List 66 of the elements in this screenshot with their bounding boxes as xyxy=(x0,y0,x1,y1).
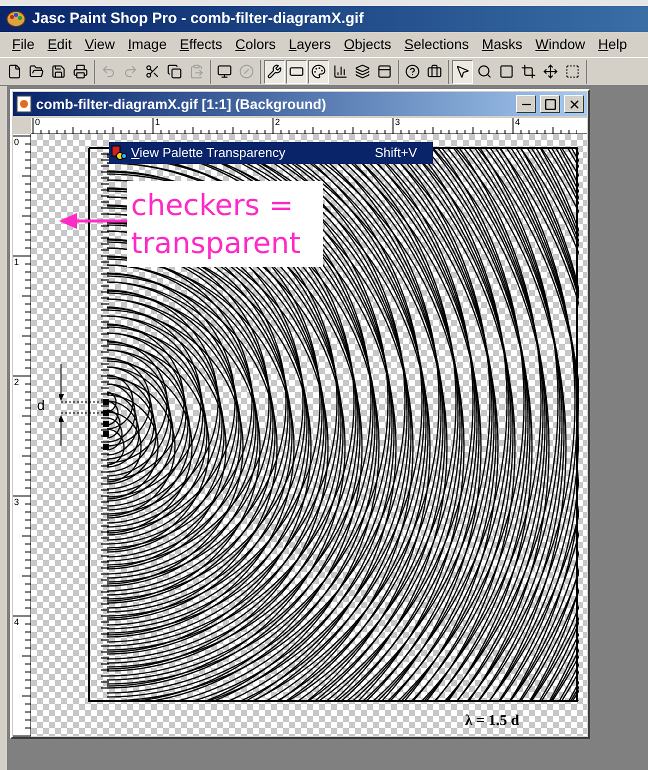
save-icon xyxy=(51,64,66,79)
palette-transparency-icon xyxy=(111,145,127,161)
menu-item[interactable]: Edit xyxy=(42,34,78,55)
printer-icon xyxy=(73,64,88,79)
ruler-label: 4 xyxy=(14,618,20,627)
menu-item[interactable]: Colors xyxy=(229,34,282,55)
undo-icon xyxy=(101,64,116,79)
briefcase-icon xyxy=(427,64,442,79)
paste-icon xyxy=(189,64,204,79)
image-file-icon xyxy=(16,95,32,113)
menu-item[interactable]: Help xyxy=(592,34,633,55)
maximize-button[interactable] xyxy=(540,95,560,113)
menu-item[interactable]: File xyxy=(6,34,41,55)
menu-item[interactable]: View xyxy=(78,34,121,55)
ruler-label: 2 xyxy=(14,378,20,387)
window-icon xyxy=(377,64,392,79)
annotation-arrow xyxy=(59,212,127,230)
ruler-label: 3 xyxy=(14,498,20,507)
toolbar-button[interactable] xyxy=(308,60,329,84)
monitor-icon xyxy=(217,64,232,79)
scissors-icon xyxy=(145,64,160,79)
menu-item[interactable]: Masks xyxy=(476,34,528,55)
pointer-icon xyxy=(455,64,470,79)
document-title: comb-filter-diagramX.gif [1:1] (Background) xyxy=(36,94,328,114)
histogram-icon xyxy=(333,64,348,79)
help-icon xyxy=(405,64,420,79)
square-icon xyxy=(499,64,514,79)
menu-item[interactable]: Selections xyxy=(398,34,475,55)
copy-icon xyxy=(167,64,182,79)
context-menu-item[interactable]: View Palette Transparency Shift+V xyxy=(109,142,433,164)
move-icon xyxy=(543,64,558,79)
ruler-label: 4 xyxy=(515,118,520,127)
menu-item[interactable]: Image xyxy=(122,34,173,55)
open-folder-icon xyxy=(29,64,44,79)
ruler-label: 0 xyxy=(35,118,40,127)
ruler-label: 1 xyxy=(155,118,160,127)
annotation-text: checkers = transparent xyxy=(131,187,302,262)
spacing-label: d xyxy=(37,398,45,412)
maximize-icon xyxy=(544,98,556,110)
ruler-label: 2 xyxy=(275,118,280,127)
panel-icon xyxy=(289,64,304,79)
wavelength-caption: λ = 1.5 d xyxy=(465,712,520,731)
toolbar-button[interactable] xyxy=(286,60,307,84)
palette-icon xyxy=(6,10,26,28)
menu-item[interactable]: Layers xyxy=(282,34,337,55)
menu-item[interactable]: Objects xyxy=(338,34,398,55)
toolbar-button[interactable] xyxy=(452,60,473,84)
menu-item[interactable]: Effects xyxy=(174,34,228,55)
app-title: Jasc Paint Shop Pro - comb-filter-diagramX.gif xyxy=(32,8,364,29)
redo-icon xyxy=(123,64,138,79)
close-icon xyxy=(568,98,580,110)
ruler-label: 0 xyxy=(14,138,20,147)
palette-icon xyxy=(311,64,326,79)
toolbar-button[interactable] xyxy=(264,60,285,84)
layers-icon xyxy=(355,64,370,79)
menu-item[interactable]: Window xyxy=(529,34,592,55)
close-button[interactable] xyxy=(564,95,584,113)
ruler-label: 3 xyxy=(395,118,400,127)
crop-icon xyxy=(521,64,536,79)
zoom-icon xyxy=(477,64,492,79)
ruler-label: 1 xyxy=(14,258,20,267)
minimize-button[interactable] xyxy=(516,95,536,113)
wrench-icon xyxy=(267,64,282,79)
new-file-icon xyxy=(7,64,22,79)
dashed-selection-icon xyxy=(565,64,580,79)
slashed-circle-icon xyxy=(239,64,254,79)
